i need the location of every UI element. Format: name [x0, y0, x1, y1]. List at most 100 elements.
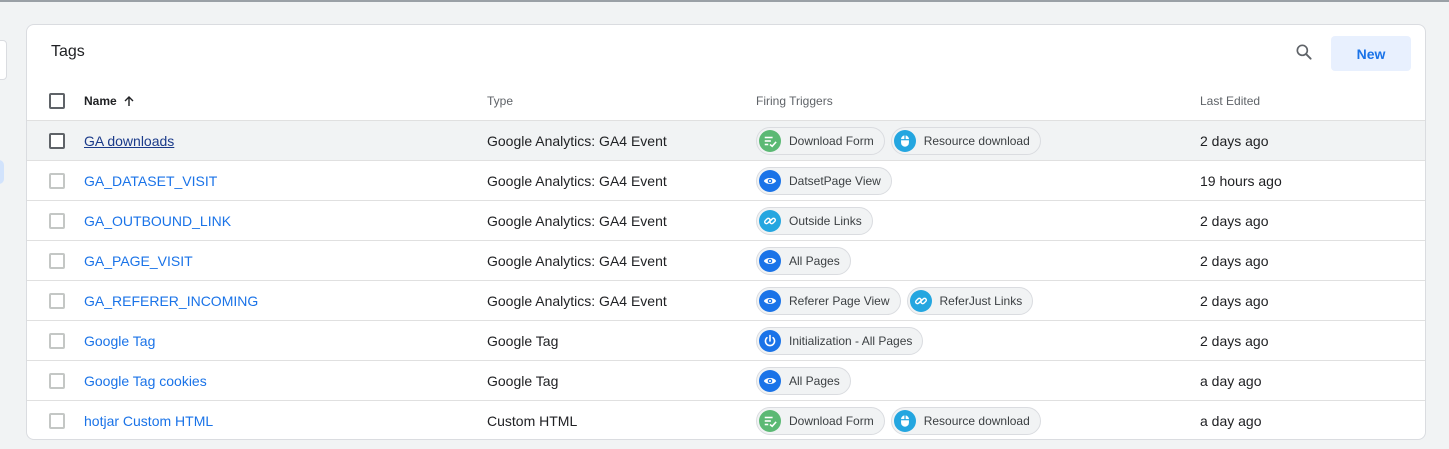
table-row[interactable]: GA downloads Google Analytics: GA4 Event D… — [27, 121, 1425, 161]
tag-name-link[interactable]: Google Tag — [84, 333, 155, 349]
tag-name-link[interactable]: GA_PAGE_VISIT — [84, 253, 193, 269]
table-row[interactable]: Google Tag cookies Google Tag All Pages a d… — [27, 361, 1425, 401]
tag-name-cell: Google Tag cookies — [84, 361, 207, 400]
row-select-cell — [45, 161, 69, 200]
mouse-click-icon — [893, 129, 916, 152]
firing-triggers-cell: All Pages — [756, 361, 851, 400]
row-select-cell — [45, 321, 69, 360]
search-button[interactable] — [1291, 41, 1317, 67]
last-edited: 2 days ago — [1200, 132, 1269, 149]
table-header-row: Name Type Firing Triggers Last Edited — [27, 81, 1425, 121]
column-header-firing-triggers[interactable]: Firing Triggers — [756, 81, 833, 120]
trigger-chip[interactable]: All Pages — [756, 366, 851, 395]
tag-type: Google Analytics: GA4 Event — [487, 252, 667, 269]
tag-name-cell: GA_REFERER_INCOMING — [84, 281, 258, 320]
firing-triggers-cell: Referer Page View ReferJust Links — [756, 281, 1034, 320]
table-row[interactable]: GA_OUTBOUND_LINK Google Analytics: GA4 Ev… — [27, 201, 1425, 241]
row-checkbox[interactable] — [49, 372, 65, 389]
table-row[interactable]: hotjar Custom HTML Custom HTML Download Fo… — [27, 401, 1425, 439]
row-select-cell — [45, 361, 69, 400]
trigger-chip[interactable]: Outside Links — [756, 206, 873, 235]
tag-name-cell: GA_PAGE_VISIT — [84, 241, 193, 280]
trigger-chip-label: DatsetPage View — [789, 173, 881, 188]
tag-name-cell: GA_OUTBOUND_LINK — [84, 201, 231, 240]
tag-type: Google Analytics: GA4 Event — [487, 292, 667, 309]
trigger-chip-label: Initialization - All Pages — [789, 333, 913, 348]
tag-name-cell: hotjar Custom HTML — [84, 401, 213, 439]
eye-icon — [759, 169, 781, 192]
trigger-chip[interactable]: ReferJust Links — [906, 286, 1034, 315]
tags-panel-header: Tags New — [27, 25, 1425, 85]
trigger-chip[interactable]: Download Form — [756, 126, 885, 155]
last-edited: 19 hours ago — [1200, 172, 1282, 189]
tag-name-cell: GA_DATASET_VISIT — [84, 161, 217, 200]
row-checkbox[interactable] — [49, 172, 65, 189]
tag-type: Google Analytics: GA4 Event — [487, 172, 667, 189]
last-edited: 2 days ago — [1200, 252, 1269, 269]
link-icon — [759, 209, 781, 232]
row-select-cell — [45, 241, 69, 280]
firing-triggers-cell: All Pages — [756, 241, 851, 280]
tag-type: Google Tag — [487, 372, 559, 389]
trigger-chip[interactable]: Referer Page View — [756, 286, 901, 315]
row-checkbox[interactable] — [49, 292, 65, 309]
trigger-chip-label: Download Form — [789, 133, 874, 148]
trigger-chip-label: All Pages — [789, 253, 840, 268]
tag-type: Google Tag — [487, 332, 559, 349]
row-checkbox[interactable] — [49, 252, 65, 269]
last-edited: 2 days ago — [1200, 212, 1269, 229]
select-all-cell — [45, 81, 69, 120]
table-row[interactable]: GA_DATASET_VISIT Google Analytics: GA4 Ev… — [27, 161, 1425, 201]
form-submit-icon — [759, 409, 781, 432]
firing-triggers-cell: DatsetPage View — [756, 161, 892, 200]
select-all-checkbox[interactable] — [49, 92, 65, 109]
trigger-chip[interactable]: Resource download — [890, 406, 1041, 435]
mouse-click-icon — [893, 409, 916, 432]
link-icon — [909, 289, 932, 312]
tag-name-link[interactable]: hotjar Custom HTML — [84, 413, 213, 429]
panel-title: Tags — [51, 43, 85, 60]
tag-name-link[interactable]: GA downloads — [84, 133, 174, 149]
table-row[interactable]: GA_PAGE_VISIT Google Analytics: GA4 Event… — [27, 241, 1425, 281]
trigger-chip[interactable]: Download Form — [756, 406, 885, 435]
table-row[interactable]: GA_REFERER_INCOMING Google Analytics: GA4… — [27, 281, 1425, 321]
trigger-chip[interactable]: Initialization - All Pages — [756, 326, 924, 355]
side-nav-indicator — [0, 160, 4, 184]
firing-triggers-cell: Download Form Resource download — [756, 121, 1041, 160]
tags-panel: Tags New Name Type Firing Triggers Last … — [26, 24, 1426, 440]
row-select-cell — [45, 281, 69, 320]
tag-name-link[interactable]: GA_OUTBOUND_LINK — [84, 213, 231, 229]
last-edited: a day ago — [1200, 372, 1262, 389]
row-checkbox[interactable] — [49, 132, 65, 149]
side-panel-edge — [0, 40, 7, 80]
tag-name-link[interactable]: GA_REFERER_INCOMING — [84, 293, 258, 309]
tag-type: Custom HTML — [487, 412, 578, 429]
trigger-chip-label: Resource download — [923, 133, 1030, 148]
column-header-name-label: Name — [84, 93, 117, 108]
last-edited: a day ago — [1200, 412, 1262, 429]
trigger-chip-label: Resource download — [923, 413, 1030, 428]
firing-triggers-cell: Outside Links — [756, 201, 873, 240]
column-header-name[interactable]: Name — [84, 81, 135, 120]
row-checkbox[interactable] — [49, 412, 65, 429]
trigger-chip[interactable]: DatsetPage View — [756, 166, 892, 195]
tag-type: Google Analytics: GA4 Event — [487, 212, 667, 229]
column-header-type[interactable]: Type — [487, 81, 513, 120]
new-tag-button[interactable]: New — [1331, 36, 1411, 71]
search-icon — [1294, 42, 1314, 67]
tag-name-link[interactable]: Google Tag cookies — [84, 373, 207, 389]
tag-name-link[interactable]: GA_DATASET_VISIT — [84, 173, 217, 189]
trigger-chip-label: Download Form — [789, 413, 874, 428]
tag-name-cell: GA downloads — [84, 121, 174, 160]
trigger-chip[interactable]: Resource download — [890, 126, 1041, 155]
column-header-last-edited[interactable]: Last Edited — [1200, 81, 1260, 120]
row-checkbox[interactable] — [49, 332, 65, 349]
trigger-chip-label: Referer Page View — [789, 293, 890, 308]
trigger-chip-label: ReferJust Links — [939, 293, 1023, 308]
eye-icon — [759, 289, 781, 312]
trigger-chip[interactable]: All Pages — [756, 246, 851, 275]
row-checkbox[interactable] — [49, 212, 65, 229]
table-row[interactable]: Google Tag Google Tag Initialization - All… — [27, 321, 1425, 361]
firing-triggers-cell: Download Form Resource download — [756, 401, 1041, 439]
eye-icon — [759, 369, 781, 392]
